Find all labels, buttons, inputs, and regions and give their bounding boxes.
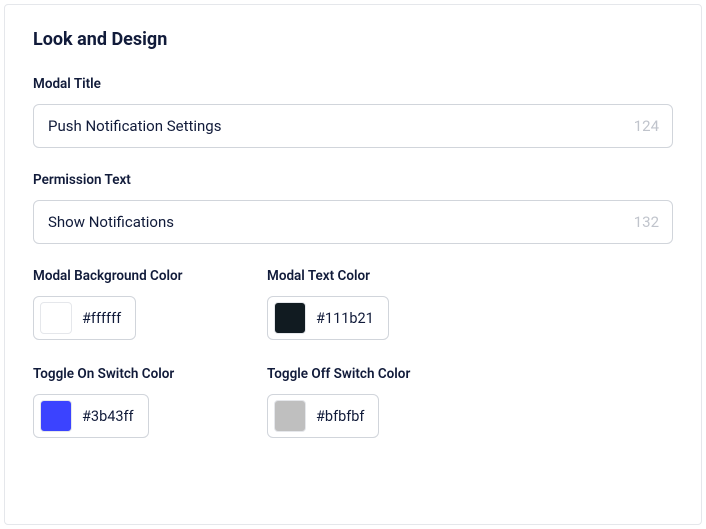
section-title: Look and Design [33,29,673,50]
modal-bg-color-swatch [40,302,72,334]
modal-bg-color-field: Modal Background Color #ffffff [33,268,233,340]
modal-text-color-field: Modal Text Color #111b21 [267,268,467,340]
color-row-1: Modal Background Color #ffffff Modal Tex… [33,268,673,340]
modal-text-color-swatch [274,302,306,334]
toggle-off-color-label: Toggle Off Switch Color [267,366,467,382]
modal-text-color-label: Modal Text Color [267,268,467,284]
modal-title-input-wrap: 124 [33,104,673,148]
color-row-2: Toggle On Switch Color #3b43ff Toggle Of… [33,366,673,438]
modal-text-color-hex: #111b21 [316,310,374,327]
modal-bg-color-label: Modal Background Color [33,268,233,284]
toggle-on-color-field: Toggle On Switch Color #3b43ff [33,366,233,438]
toggle-on-color-hex: #3b43ff [82,408,134,425]
modal-title-input[interactable] [33,104,673,148]
look-and-design-panel: Look and Design Modal Title 124 Permissi… [4,4,702,525]
modal-title-label: Modal Title [33,76,673,92]
toggle-off-color-swatch [274,400,306,432]
toggle-on-color-swatch [40,400,72,432]
toggle-off-color-picker[interactable]: #bfbfbf [267,394,379,438]
modal-title-field: Modal Title 124 [33,76,673,148]
permission-text-input[interactable] [33,200,673,244]
toggle-on-color-picker[interactable]: #3b43ff [33,394,149,438]
toggle-off-color-hex: #bfbfbf [316,408,364,425]
toggle-off-color-field: Toggle Off Switch Color #bfbfbf [267,366,467,438]
modal-text-color-picker[interactable]: #111b21 [267,296,389,340]
permission-text-field: Permission Text 132 [33,172,673,244]
modal-bg-color-picker[interactable]: #ffffff [33,296,136,340]
permission-text-label: Permission Text [33,172,673,188]
toggle-on-color-label: Toggle On Switch Color [33,366,233,382]
permission-text-input-wrap: 132 [33,200,673,244]
modal-bg-color-hex: #ffffff [82,310,121,327]
